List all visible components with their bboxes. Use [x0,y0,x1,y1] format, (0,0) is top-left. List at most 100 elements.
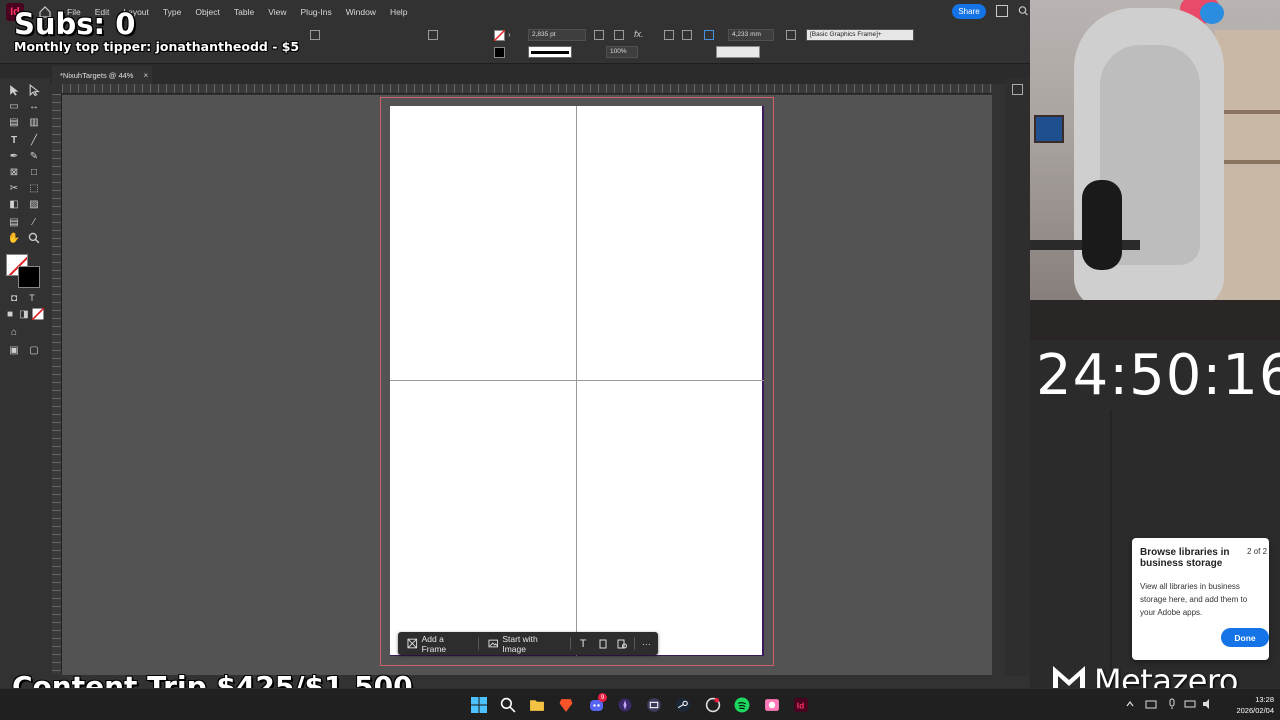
search-icon[interactable] [500,697,516,713]
document-tab-title: *NixuhTargets @ 44% [60,70,134,80]
frame-icon [407,638,418,649]
shear-icon[interactable] [428,30,438,40]
type-tool-icon[interactable]: T [8,134,20,146]
apply-color-icon[interactable]: ■ [4,308,16,320]
page-options-icon[interactable] [614,634,629,653]
horizontal-guide[interactable] [390,380,764,381]
note-tool-icon[interactable]: ▤ [8,216,20,228]
start-icon[interactable] [471,697,487,713]
app-icon[interactable] [617,697,633,713]
clock-time: 13:28 [1255,695,1274,704]
webcam-feed [1030,0,1280,340]
object-style-icon[interactable] [786,30,796,40]
volume-icon[interactable] [1202,698,1214,710]
frame-mode-icon[interactable]: ▢ [28,344,40,356]
brave-browser-icon[interactable] [558,697,574,713]
done-button[interactable]: Done [1221,628,1269,647]
eyedropper-tool-icon[interactable]: ⁄ [28,216,40,228]
add-frame-button[interactable]: Add a Frame [402,634,474,654]
tools-panel: ▭ ↔ ▤ ▥ T ╱ ✒ ✎ ⊠ □ ✂ ⬚ ◧ ▨ ▤ ⁄ ✋ ◘ T ■ … [0,78,50,378]
fill-chevron-icon[interactable]: › [508,30,516,41]
shelf-board [1215,160,1280,164]
search-icon[interactable] [1018,5,1028,17]
scissors-tool-icon[interactable]: ✂ [8,182,20,194]
workspace-icon[interactable] [996,5,1008,17]
stroke-style-swatch[interactable] [528,46,572,58]
pen-tool-icon[interactable]: ✒ [8,150,20,162]
apply-none-icon[interactable] [32,308,44,320]
photos-icon[interactable] [764,697,780,713]
panels-icon[interactable] [1012,84,1023,95]
menu-table[interactable]: Table [227,7,261,17]
zoom-tool-icon[interactable] [28,232,40,244]
stroke-weight-field[interactable]: 2,835 pt [528,29,586,41]
rectangle-tool-icon[interactable]: □ [28,166,40,178]
distribute-icon[interactable] [682,30,692,40]
libraries-popup: Browse libraries in business storage 2 o… [1132,538,1269,660]
app-icon[interactable] [705,697,721,713]
rectangle-frame-tool-icon[interactable]: ⊠ [8,166,20,178]
object-style-dropdown[interactable]: [Basic Graphics Frame]+ [806,29,914,41]
indesign-taskbar-icon[interactable]: Id [793,697,809,713]
rotate-icon[interactable] [310,30,320,40]
formatting-container-icon[interactable]: ◘ [8,292,20,304]
fill-none-icon[interactable] [494,30,505,41]
top-tipper: Monthly top tipper: jonathantheodd - $5 [14,39,300,54]
tab-close-icon[interactable]: × [143,71,148,80]
wrap-swatch[interactable] [716,46,760,58]
start-with-image-label: Start with Image [502,633,538,654]
menu-type[interactable]: Type [156,7,188,17]
apply-gradient-icon[interactable]: ◨ [18,308,30,320]
spotify-icon[interactable] [734,697,750,713]
start-with-image-button[interactable]: Start with Image [483,633,567,654]
gap-field[interactable]: 4,233 mm [728,29,774,41]
file-explorer-icon[interactable] [529,697,545,713]
screen-mode-icon[interactable]: ▣ [8,344,20,356]
menu-view[interactable]: View [261,7,293,17]
line-tool-icon[interactable]: ╱ [28,134,40,146]
content-collector-icon[interactable]: ▤ [8,116,20,128]
page-tool-icon[interactable]: ▭ [8,100,20,112]
hand-tool-icon[interactable]: ✋ [8,232,20,244]
gradient-tool-icon[interactable]: ◧ [8,198,20,210]
menu-window[interactable]: Window [339,7,383,17]
stroke-color-icon[interactable] [494,47,505,58]
view-mode-icon[interactable]: ⌂ [8,326,20,338]
text-frame-icon[interactable]: T [575,634,590,653]
discord-icon[interactable]: 9 [588,693,607,713]
chevron-up-icon[interactable] [1124,698,1136,710]
direct-selection-tool-icon[interactable] [28,84,40,96]
popup-body: View all libraries in business storage h… [1140,582,1248,617]
menu-plugins[interactable]: Plug-Ins [294,7,339,17]
document-page[interactable] [390,106,764,656]
content-placer-icon[interactable]: ▥ [28,116,40,128]
gap-tool-icon[interactable]: ↔ [28,100,40,112]
stroke-swatch[interactable] [18,266,40,288]
vertical-guide[interactable] [576,106,577,656]
corner-options-icon[interactable] [614,30,624,40]
more-options-icon[interactable]: ··· [639,634,654,653]
share-button[interactable]: Share [952,4,986,19]
network-icon[interactable] [1184,698,1196,710]
steam-icon[interactable] [675,697,691,713]
onedrive-icon[interactable] [1145,698,1157,710]
menu-help[interactable]: Help [383,7,414,17]
popup-title: Browse libraries in business storage [1140,547,1230,569]
microphone-icon[interactable] [1166,698,1178,710]
system-clock[interactable]: 13:28 2026/02/04 [1222,694,1274,716]
selection-tool-icon[interactable] [8,84,20,96]
menu-object[interactable]: Object [188,7,227,17]
gradient-feather-tool-icon[interactable]: ▨ [28,198,40,210]
app-icon[interactable] [646,697,662,713]
effects-fx-icon[interactable]: fx. [634,29,644,39]
document-tab[interactable]: *NixuhTargets @ 44% × [52,66,152,84]
formatting-text-icon[interactable]: T [26,292,38,304]
align-icon[interactable] [664,30,674,40]
document-icon[interactable] [595,634,610,653]
free-transform-tool-icon[interactable]: ⬚ [28,182,40,194]
panel-dock [1005,78,1030,688]
frame-fitting-icon[interactable] [594,30,604,40]
auto-fit-icon[interactable] [704,30,714,40]
scale-percent-field[interactable]: 100% [606,46,638,58]
pencil-tool-icon[interactable]: ✎ [28,150,40,162]
